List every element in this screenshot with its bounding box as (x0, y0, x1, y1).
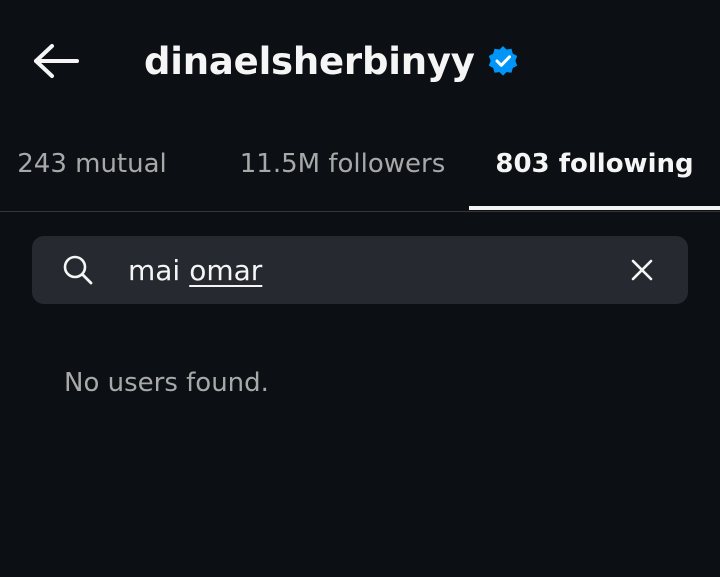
tab-followers-label: 11.5M followers (239, 149, 446, 179)
close-icon (631, 259, 653, 281)
search-input[interactable]: mai omar (128, 236, 262, 304)
empty-results-message: No users found. (64, 368, 269, 398)
arrow-left-icon (34, 44, 79, 78)
active-tab-indicator (469, 206, 720, 210)
clear-search-button[interactable] (628, 256, 656, 284)
username-title: dinaelsherbinyy (144, 39, 475, 83)
search-value-second-word: omar (189, 253, 263, 287)
search-icon (63, 255, 93, 285)
header: dinaelsherbinyy (0, 0, 720, 120)
profile-title: dinaelsherbinyy (144, 36, 519, 86)
follow-tabs: 243 mutual 11.5M followers 803 following (0, 120, 720, 212)
tab-following[interactable]: 803 following (469, 120, 720, 208)
back-button[interactable] (30, 38, 82, 84)
search-value-first-word: mai (128, 253, 181, 287)
tab-followers[interactable]: 11.5M followers (216, 120, 469, 208)
tab-mutual[interactable]: 243 mutual (0, 120, 184, 208)
tabs-divider (0, 211, 720, 212)
verified-badge-icon (487, 45, 519, 77)
tab-mutual-label: 243 mutual (17, 149, 167, 179)
search-bar[interactable]: mai omar (32, 236, 688, 304)
tab-following-label: 803 following (495, 149, 694, 179)
